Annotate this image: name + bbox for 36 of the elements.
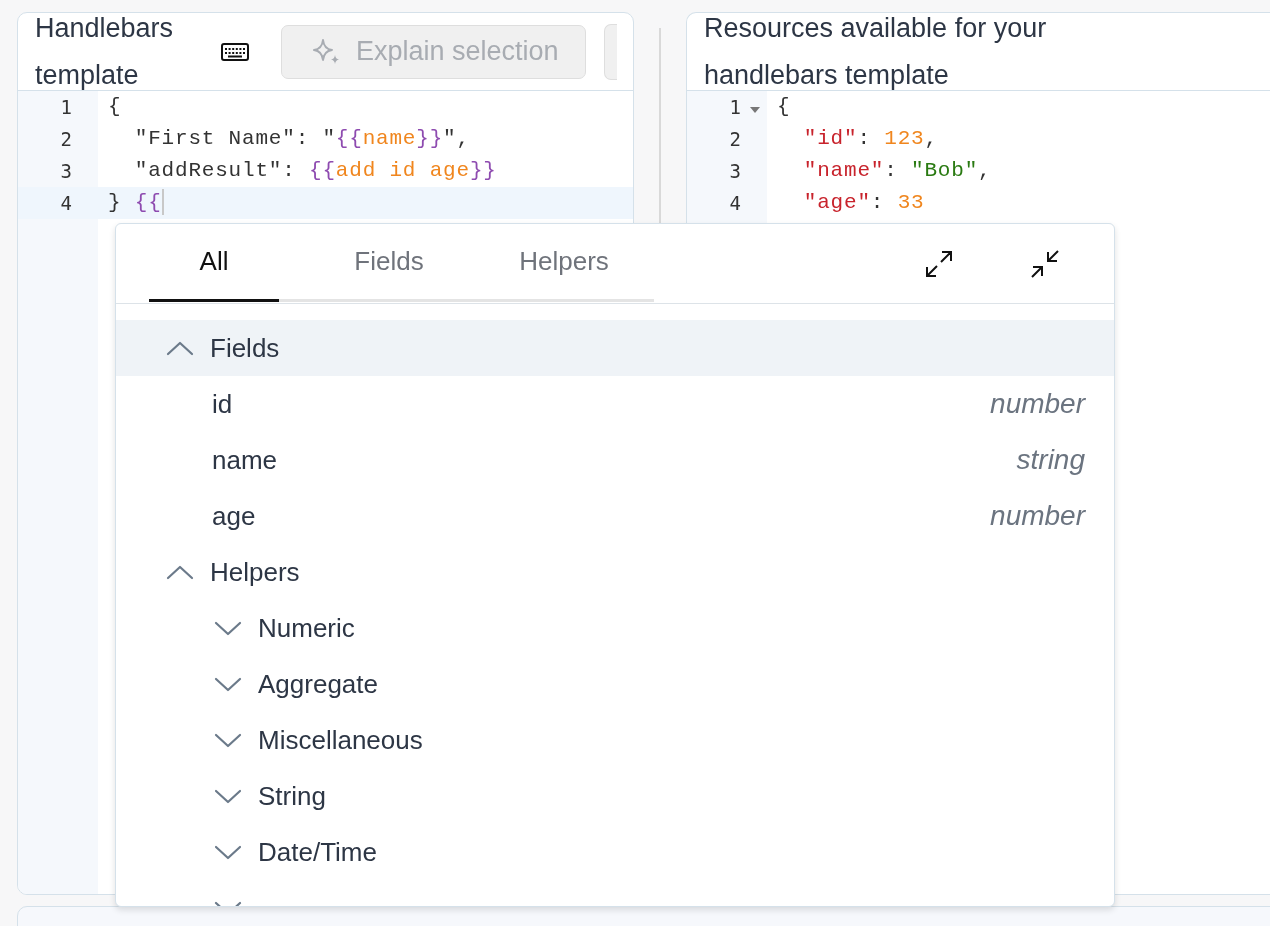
- keyboard-icon[interactable]: [221, 42, 249, 61]
- field-type: number: [990, 388, 1085, 420]
- chevron-down-icon: [214, 676, 242, 692]
- group-header[interactable]: Fields: [116, 320, 1114, 376]
- chevron-down-icon: [214, 620, 242, 636]
- field-name[interactable]: id: [212, 388, 233, 420]
- helper-category[interactable]: Miscellaneous: [116, 712, 1114, 768]
- panel-title: Resources available for your handlebars template: [704, 13, 1048, 92]
- helper-category[interactable]: Date/Time: [116, 824, 1114, 880]
- field-type: string: [1016, 444, 1085, 476]
- group-header[interactable]: Helpers: [116, 544, 1114, 600]
- line-number: 2: [729, 128, 741, 150]
- line-number: 4: [60, 192, 72, 214]
- tab[interactable]: Helpers: [499, 246, 629, 302]
- line-number: 3: [60, 160, 72, 182]
- field-name[interactable]: name: [212, 444, 278, 476]
- chevron-down-icon: [214, 844, 242, 860]
- helper-category[interactable]: Numeric: [116, 600, 1114, 656]
- field-name[interactable]: age: [212, 500, 256, 532]
- chevron-down-icon: [214, 732, 242, 748]
- tab[interactable]: All: [149, 246, 279, 302]
- panel-title: Handlebars template: [35, 13, 175, 92]
- line-number: 1: [60, 96, 72, 118]
- helper-category[interactable]: Aggregate: [116, 656, 1114, 712]
- line-number: 2: [60, 128, 72, 150]
- collapse-icon[interactable]: [1029, 247, 1061, 280]
- tab[interactable]: Fields: [324, 246, 454, 302]
- fold-arrow-icon[interactable]: [749, 106, 761, 114]
- chevron-down-icon: [214, 788, 242, 804]
- chevron-up-icon: [166, 340, 194, 356]
- line-number: 1: [729, 96, 741, 118]
- chevron-up-icon: [166, 564, 194, 580]
- line-number: 3: [729, 160, 741, 182]
- line-number: 4: [729, 192, 741, 214]
- field-type: number: [990, 500, 1085, 532]
- helper-category[interactable]: String: [116, 768, 1114, 824]
